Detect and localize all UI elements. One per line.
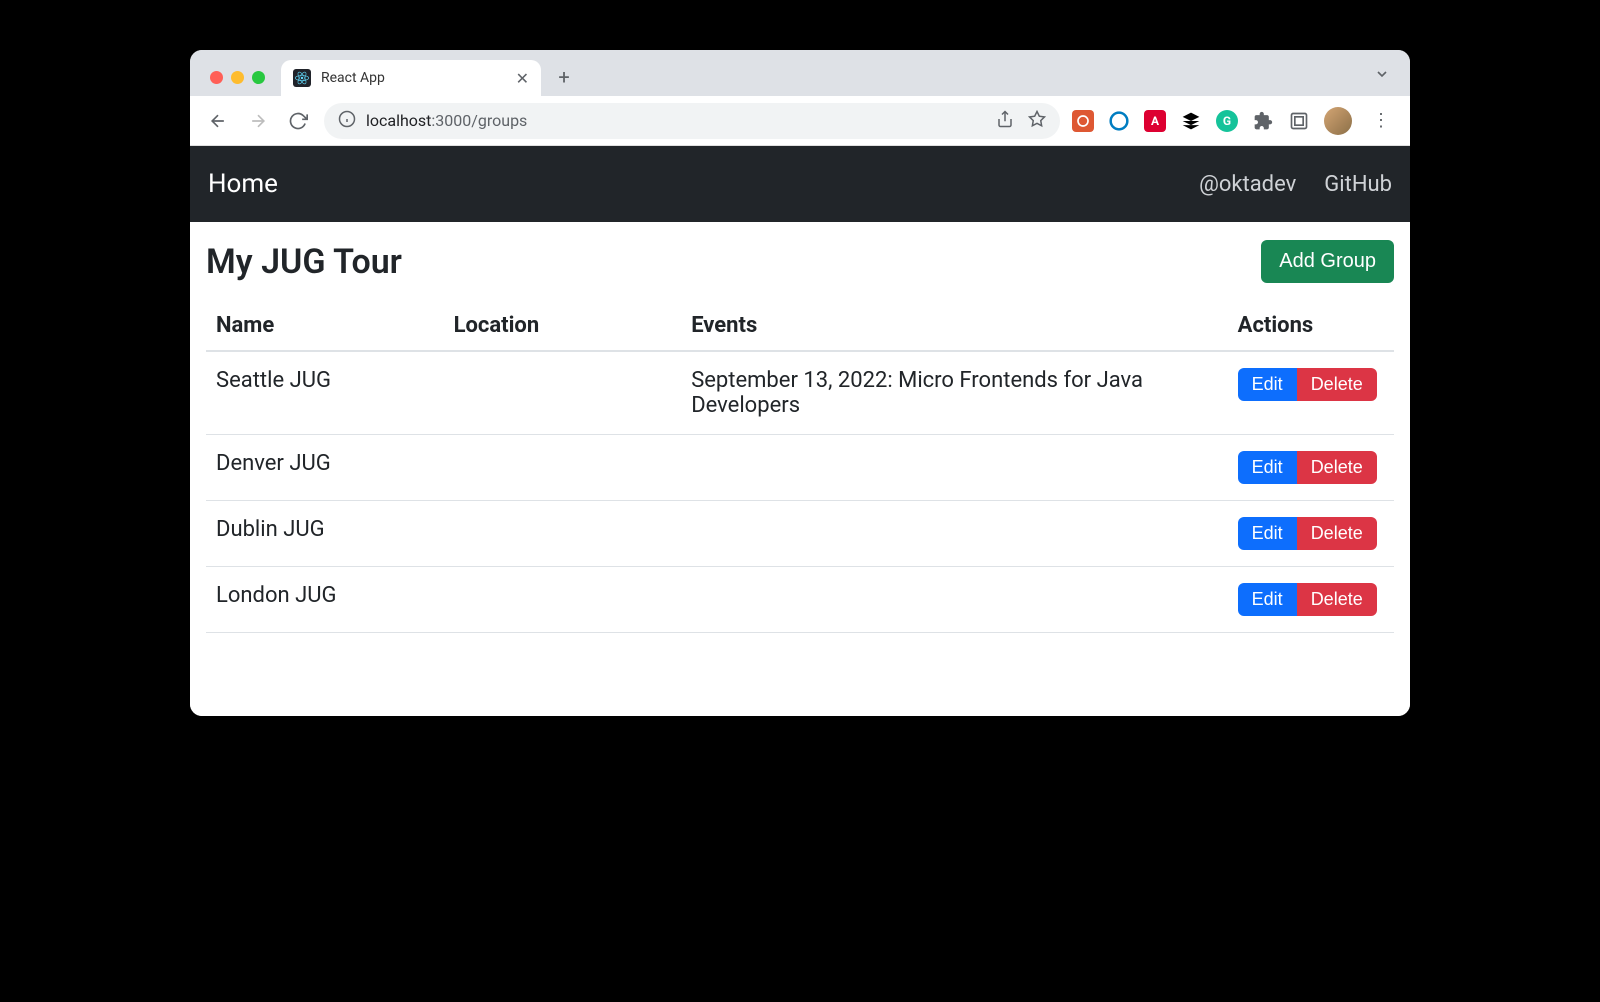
nav-link-oktadev[interactable]: @oktadev	[1199, 172, 1296, 197]
cell-name: Denver JUG	[206, 435, 444, 501]
site-info-icon[interactable]	[338, 110, 356, 132]
window-maximize-button[interactable]	[252, 71, 265, 84]
delete-button[interactable]: Delete	[1297, 583, 1377, 616]
browser-window: React App ✕ + localhost:3000/groups	[190, 50, 1410, 716]
column-header-events: Events	[681, 301, 1227, 351]
page-title: My JUG Tour	[206, 242, 402, 282]
buffer-extension-icon[interactable]	[1180, 110, 1202, 132]
window-minimize-button[interactable]	[231, 71, 244, 84]
edit-button[interactable]: Edit	[1238, 517, 1297, 550]
delete-button[interactable]: Delete	[1297, 451, 1377, 484]
cell-events	[681, 435, 1227, 501]
window-controls	[202, 71, 273, 96]
page-content: Home @oktadev GitHub My JUG Tour Add Gro…	[190, 146, 1410, 716]
tab-title: React App	[321, 70, 385, 86]
cell-actions: EditDelete	[1228, 435, 1394, 501]
nav-link-github[interactable]: GitHub	[1324, 172, 1392, 197]
grammarly-extension-icon[interactable]: G	[1216, 110, 1238, 132]
cell-events: September 13, 2022: Micro Frontends for …	[681, 351, 1227, 435]
address-bar[interactable]: localhost:3000/groups	[324, 103, 1060, 139]
groups-table: Name Location Events Actions Seattle JUG…	[206, 301, 1394, 633]
edit-button[interactable]: Edit	[1238, 583, 1297, 616]
puzzle-extension-icon[interactable]	[1252, 110, 1274, 132]
table-row: Dublin JUG EditDelete	[206, 501, 1394, 567]
cell-actions: EditDelete	[1228, 351, 1394, 435]
delete-button[interactable]: Delete	[1297, 368, 1377, 401]
back-button[interactable]	[204, 107, 232, 135]
extension-icons: A G ⋮	[1072, 107, 1396, 135]
edit-button[interactable]: Edit	[1238, 368, 1297, 401]
new-tab-button[interactable]: +	[549, 62, 579, 92]
share-icon[interactable]	[996, 110, 1014, 132]
browser-tab-bar: React App ✕ +	[190, 50, 1410, 96]
edit-button[interactable]: Edit	[1238, 451, 1297, 484]
window-close-button[interactable]	[210, 71, 223, 84]
reload-button[interactable]	[284, 107, 312, 135]
cell-events	[681, 501, 1227, 567]
cell-location	[444, 501, 682, 567]
cell-actions: EditDelete	[1228, 501, 1394, 567]
cell-location	[444, 567, 682, 633]
url-text: localhost:3000/groups	[366, 111, 527, 130]
table-row: London JUG EditDelete	[206, 567, 1394, 633]
tab-close-icon[interactable]: ✕	[516, 69, 529, 88]
browser-toolbar: localhost:3000/groups A G	[190, 96, 1410, 146]
table-row: Seattle JUG September 13, 2022: Micro Fro…	[206, 351, 1394, 435]
column-header-actions: Actions	[1228, 301, 1394, 351]
reading-list-icon[interactable]	[1288, 110, 1310, 132]
tabs-overflow-icon[interactable]	[1374, 66, 1390, 86]
delete-button[interactable]: Delete	[1297, 517, 1377, 550]
table-row: Denver JUG EditDelete	[206, 435, 1394, 501]
cell-name: London JUG	[206, 567, 444, 633]
browser-menu-icon[interactable]: ⋮	[1366, 110, 1396, 131]
app-navbar: Home @oktadev GitHub	[190, 146, 1410, 222]
column-header-location: Location	[444, 301, 682, 351]
column-header-name: Name	[206, 301, 444, 351]
cell-location	[444, 435, 682, 501]
okta-extension-icon[interactable]	[1108, 110, 1130, 132]
cell-location	[444, 351, 682, 435]
profile-avatar[interactable]	[1324, 107, 1352, 135]
browser-tab[interactable]: React App ✕	[281, 60, 541, 96]
cell-name: Seattle JUG	[206, 351, 444, 435]
angular-extension-icon[interactable]: A	[1144, 110, 1166, 132]
duckduckgo-extension-icon[interactable]	[1072, 110, 1094, 132]
forward-button[interactable]	[244, 107, 272, 135]
react-favicon-icon	[293, 69, 311, 87]
bookmark-star-icon[interactable]	[1028, 110, 1046, 132]
nav-home-link[interactable]: Home	[208, 169, 278, 199]
cell-actions: EditDelete	[1228, 567, 1394, 633]
add-group-button[interactable]: Add Group	[1261, 240, 1394, 283]
cell-name: Dublin JUG	[206, 501, 444, 567]
cell-events	[681, 567, 1227, 633]
